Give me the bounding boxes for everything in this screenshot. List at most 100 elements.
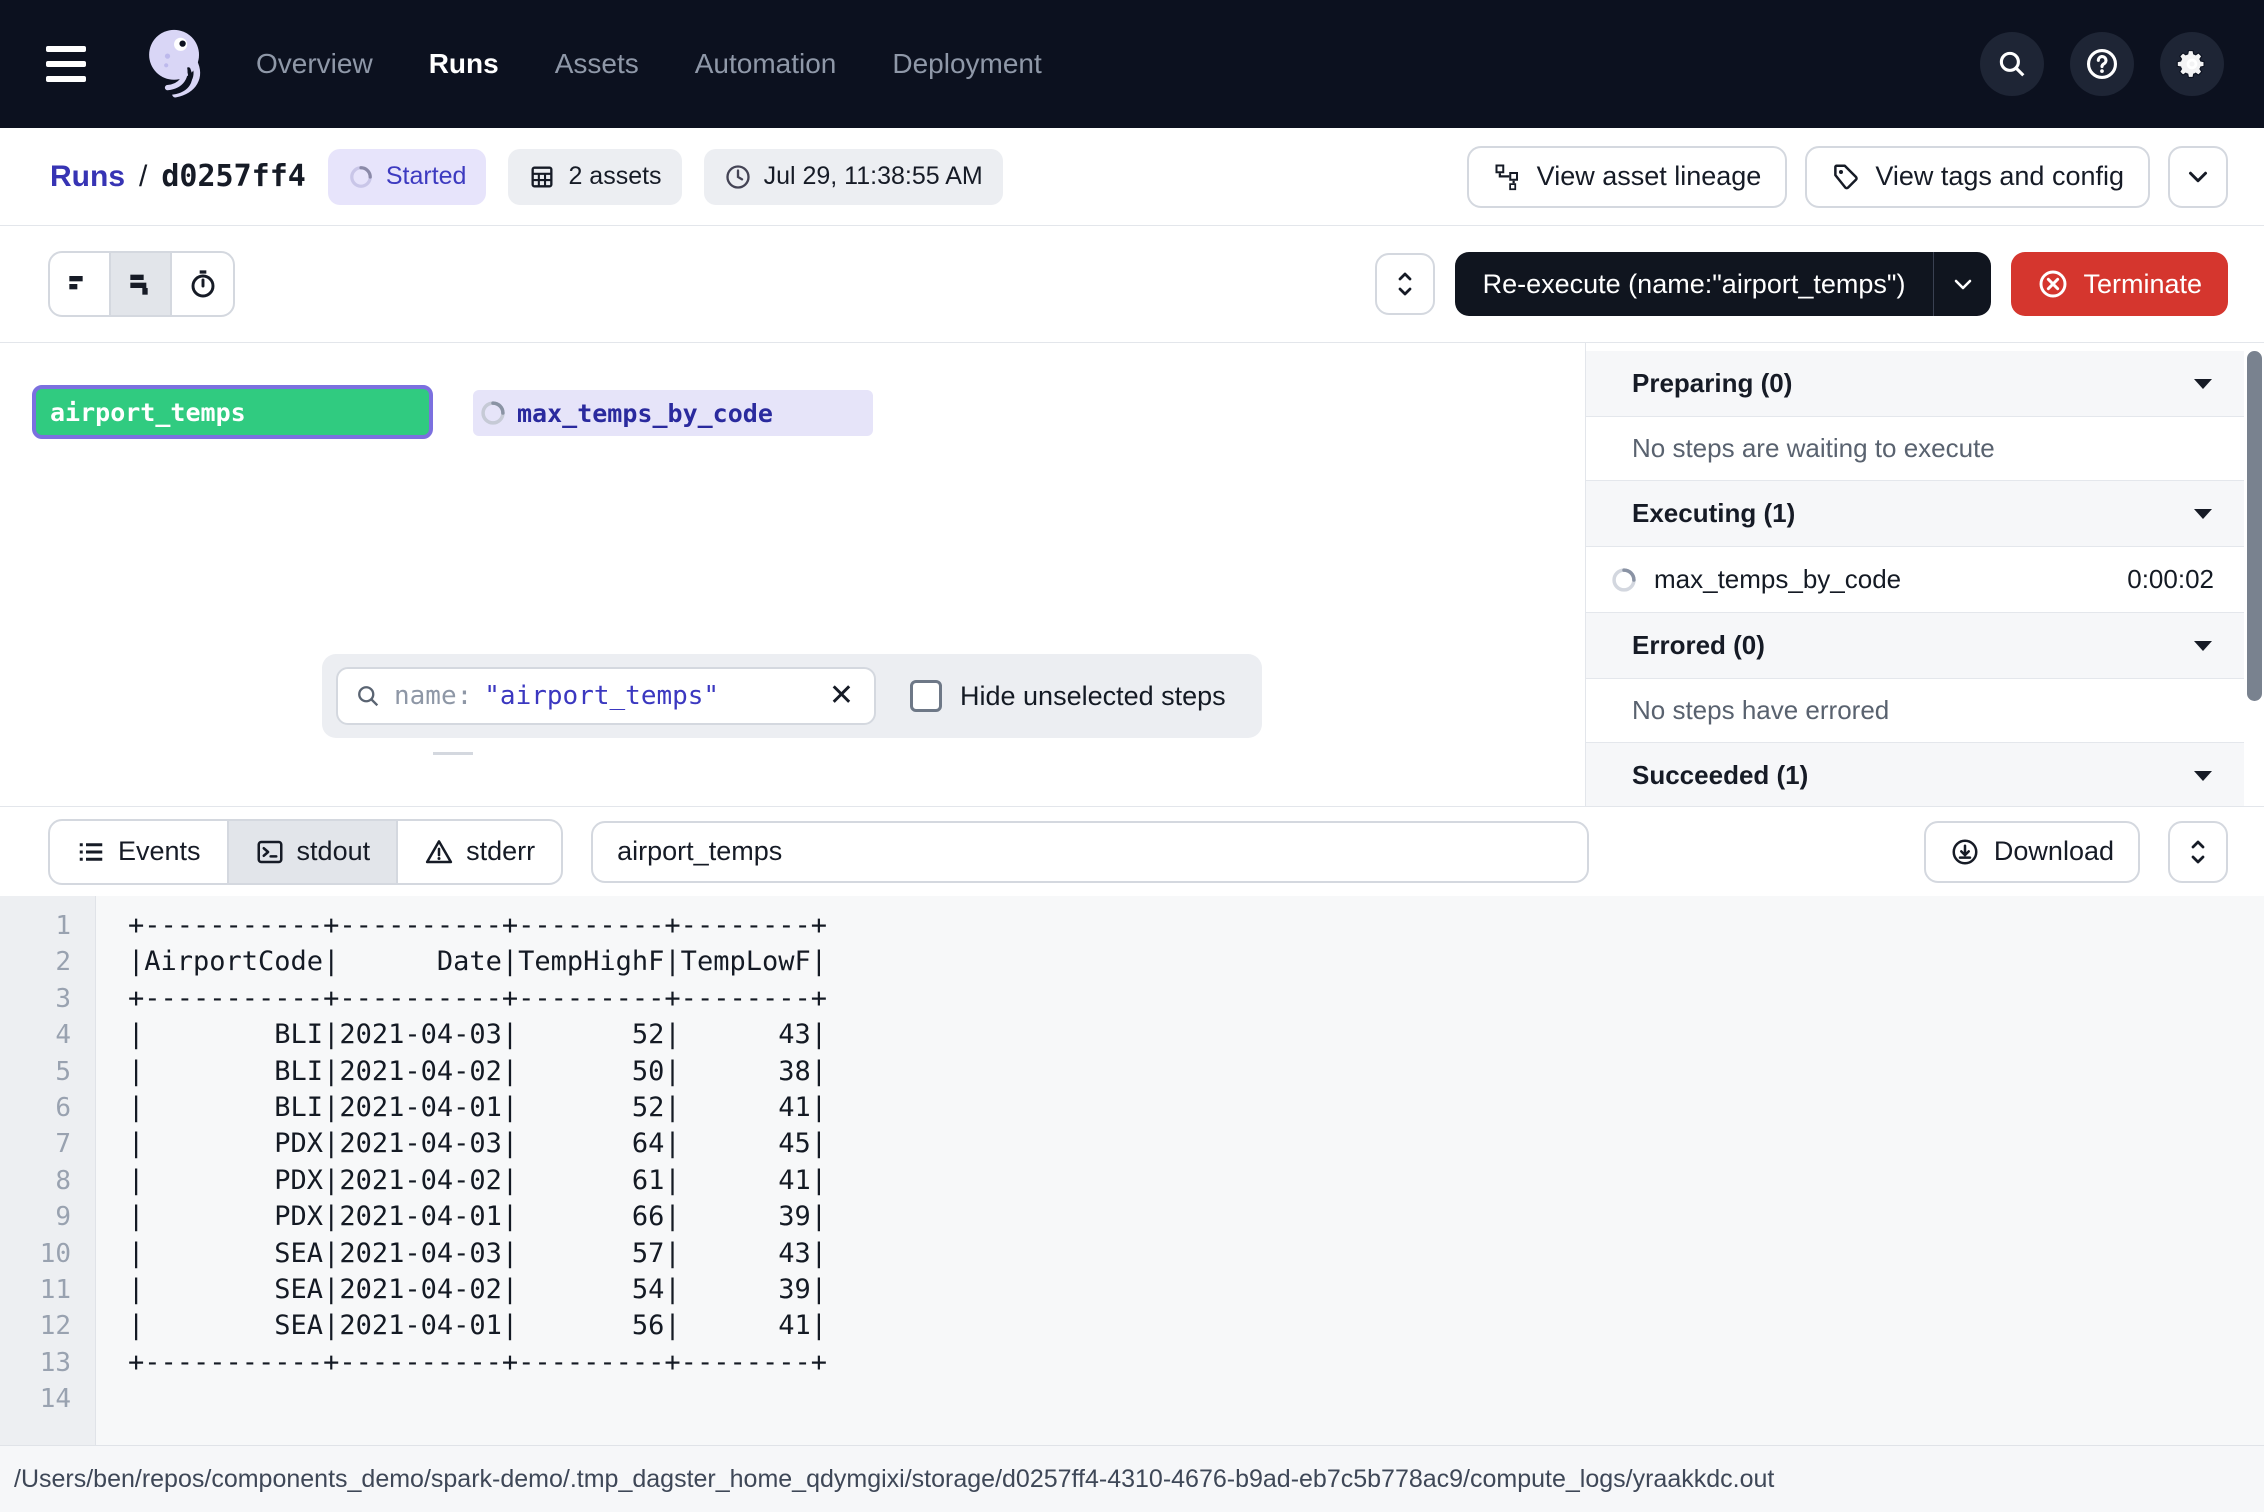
- gantt-view-mode-switcher: [48, 251, 235, 317]
- step-node-airport-temps[interactable]: airport_temps: [32, 385, 433, 439]
- search-icon: [354, 682, 382, 710]
- dagster-logo-icon: [136, 22, 220, 106]
- log-line-text: | SEA|2021-04-02| 54| 39|: [95, 1272, 827, 1308]
- view-mode-flat-button[interactable]: [50, 253, 111, 315]
- section-title: Succeeded (1): [1632, 760, 1808, 791]
- caret-down-icon: [2192, 377, 2214, 391]
- log-line-number: 10: [0, 1236, 95, 1272]
- nav-links: Overview Runs Assets Automation Deployme…: [256, 48, 1042, 80]
- settings-button[interactable]: [2160, 32, 2224, 96]
- download-label: Download: [1994, 836, 2114, 867]
- run-gantt-region: airport_temps max_temps_by_code name: "a…: [0, 342, 2264, 806]
- log-line-text: +-----------+----------+---------+------…: [95, 981, 827, 1017]
- section-errored-header[interactable]: Errored (0): [1586, 613, 2244, 679]
- breadcrumb-separator: /: [139, 160, 147, 194]
- dependency-edge: [433, 752, 473, 755]
- terminate-label: Terminate: [2083, 269, 2202, 300]
- terminal-icon: [255, 837, 285, 867]
- step-query-input[interactable]: name: "airport_temps" ✕: [336, 667, 876, 725]
- log-line-number: 5: [0, 1054, 95, 1090]
- nav-item-automation[interactable]: Automation: [695, 48, 837, 80]
- step-node-max-temps-by-code[interactable]: max_temps_by_code: [473, 390, 873, 436]
- log-line: 11| SEA|2021-04-02| 54| 39|: [0, 1272, 2264, 1308]
- nav-item-assets[interactable]: Assets: [555, 48, 639, 80]
- section-preparing-empty: No steps are waiting to execute: [1586, 417, 2244, 481]
- step-node-label: airport_temps: [50, 398, 246, 427]
- nav-item-runs[interactable]: Runs: [429, 48, 499, 80]
- terminate-button[interactable]: Terminate: [2011, 252, 2228, 316]
- log-line-number: 8: [0, 1163, 95, 1199]
- view-asset-lineage-button[interactable]: View asset lineage: [1467, 146, 1788, 208]
- log-step-selector[interactable]: airport_temps: [591, 821, 1589, 883]
- clear-query-icon[interactable]: ✕: [825, 677, 858, 715]
- log-line: 7| PDX|2021-04-03| 64| 45|: [0, 1126, 2264, 1162]
- executing-step-row[interactable]: max_temps_by_code 0:00:02: [1586, 547, 2244, 613]
- nav-item-overview[interactable]: Overview: [256, 48, 373, 80]
- view-tags-config-button[interactable]: View tags and config: [1805, 146, 2150, 208]
- expand-vertical-icon: [2183, 837, 2213, 867]
- run-status-badge[interactable]: Started: [328, 149, 487, 205]
- hide-unselected-checkbox[interactable]: [910, 680, 942, 712]
- log-file-path-bar: /Users/ben/repos/components_demo/spark-d…: [0, 1445, 2264, 1512]
- log-line-text: | SEA|2021-04-03| 57| 43|: [95, 1236, 827, 1272]
- reexecute-dropdown-button[interactable]: [1933, 252, 1991, 316]
- nav-item-deployment[interactable]: Deployment: [892, 48, 1041, 80]
- run-toolbar: Re-execute (name:"airport_temps") Termin…: [0, 226, 2264, 342]
- step-name: max_temps_by_code: [1654, 564, 1901, 595]
- step-elapsed-time: 0:00:02: [2127, 564, 2214, 595]
- reexecute-split-button: Re-execute (name:"airport_temps"): [1455, 252, 1992, 316]
- reexecute-button[interactable]: Re-execute (name:"airport_temps"): [1455, 269, 1934, 300]
- panel-scrollbar[interactable]: [2247, 351, 2262, 701]
- log-line-text: | BLI|2021-04-02| 50| 38|: [95, 1054, 827, 1090]
- log-line-number: 1: [0, 908, 95, 944]
- log-line: 13+-----------+----------+---------+----…: [0, 1345, 2264, 1381]
- log-line-text: |AirportCode| Date|TempHighF|TempLowF|: [95, 944, 827, 980]
- expand-log-button[interactable]: [2168, 821, 2228, 883]
- log-line-number: 3: [0, 981, 95, 1017]
- spinner-icon: [1610, 566, 1638, 594]
- spinner-icon: [479, 399, 507, 427]
- view-asset-lineage-label: View asset lineage: [1537, 161, 1762, 192]
- tab-stdout[interactable]: stdout: [229, 821, 399, 883]
- search-button[interactable]: [1980, 32, 2044, 96]
- zoom-fit-button[interactable]: [1375, 253, 1435, 315]
- download-log-button[interactable]: Download: [1924, 821, 2140, 883]
- download-icon: [1950, 837, 1980, 867]
- spinner-icon: [348, 164, 374, 190]
- view-tags-config-label: View tags and config: [1875, 161, 2124, 192]
- log-line-text: +-----------+----------+---------+------…: [95, 908, 827, 944]
- warning-triangle-icon: [424, 837, 454, 867]
- tab-stderr[interactable]: stderr: [398, 821, 561, 883]
- section-title: Executing (1): [1632, 498, 1795, 529]
- log-header: Events stdout stderr airport_temps Downl…: [0, 806, 2264, 896]
- view-mode-timer-button[interactable]: [172, 253, 233, 315]
- help-button[interactable]: [2070, 32, 2134, 96]
- hamburger-menu-icon[interactable]: [46, 32, 110, 96]
- log-line: 1+-----------+----------+---------+-----…: [0, 908, 2264, 944]
- status-badge-label: Started: [386, 162, 467, 191]
- assets-count-badge[interactable]: 2 assets: [508, 149, 681, 205]
- section-preparing-header[interactable]: Preparing (0): [1586, 351, 2244, 417]
- section-succeeded-header[interactable]: Succeeded (1): [1586, 743, 2244, 806]
- breadcrumb-runs-link[interactable]: Runs: [50, 160, 125, 194]
- section-title: Errored (0): [1632, 630, 1765, 661]
- top-nav: Overview Runs Assets Automation Deployme…: [0, 0, 2264, 128]
- timestamp-badge: Jul 29, 11:38:55 AM: [704, 149, 1003, 205]
- step-filter-bar: name: "airport_temps" ✕ Hide unselected …: [322, 654, 1262, 738]
- events-list-icon: [76, 837, 106, 867]
- section-title: Preparing (0): [1632, 368, 1792, 399]
- hide-unselected-label: Hide unselected steps: [960, 681, 1226, 712]
- more-run-actions-button[interactable]: [2168, 146, 2228, 208]
- view-mode-waterfall-button[interactable]: [111, 253, 172, 315]
- log-line-text: [95, 1381, 128, 1417]
- cancel-circle-icon: [2037, 268, 2069, 300]
- gantt-waterfall-icon: [125, 268, 157, 300]
- query-prefix: name:: [394, 681, 472, 711]
- log-line-number: 7: [0, 1126, 95, 1162]
- caret-down-icon: [2192, 507, 2214, 521]
- log-output-area[interactable]: 1+-----------+----------+---------+-----…: [0, 896, 2264, 1445]
- tab-events[interactable]: Events: [50, 821, 229, 883]
- section-errored-empty: No steps have errored: [1586, 679, 2244, 743]
- log-line-number: 14: [0, 1381, 95, 1417]
- section-executing-header[interactable]: Executing (1): [1586, 481, 2244, 547]
